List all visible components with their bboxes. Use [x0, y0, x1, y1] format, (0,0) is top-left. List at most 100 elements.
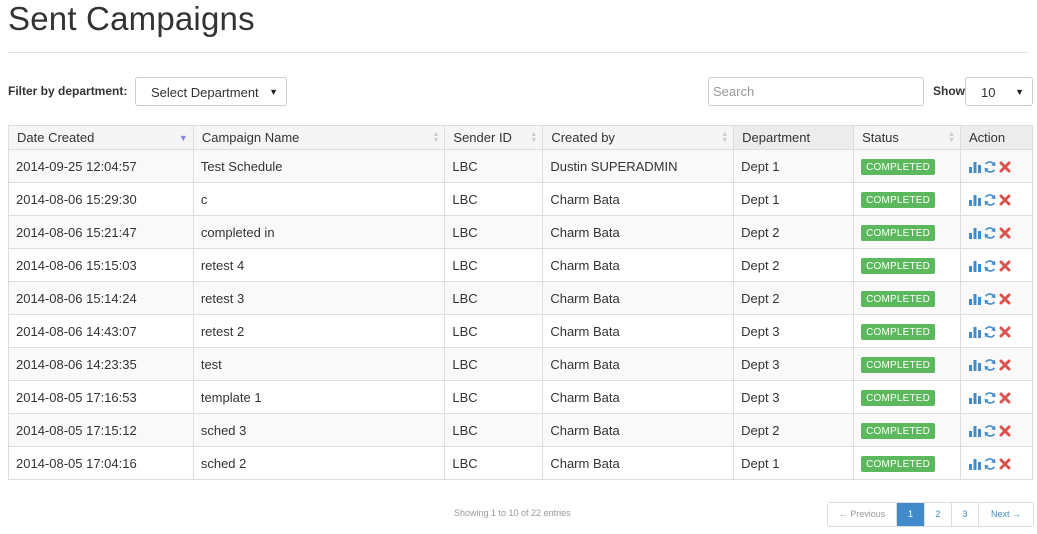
department-filter-label: Filter by department:	[8, 84, 128, 98]
delete-icon[interactable]	[998, 193, 1012, 207]
bar-chart-icon[interactable]	[968, 193, 982, 207]
cell-department: Dept 2	[733, 248, 855, 282]
delete-icon[interactable]	[998, 292, 1012, 306]
table-row: 2014-08-06 15:29:30 c LBC Charm Bata Dept 1 C…	[8, 182, 1033, 216]
cell-created-by: Charm Bata	[542, 182, 735, 216]
delete-icon[interactable]	[998, 424, 1012, 438]
refresh-icon[interactable]	[983, 457, 997, 471]
bar-chart-icon[interactable]	[968, 391, 982, 405]
column-header-created-by[interactable]: Created by ▲ ▼	[542, 125, 735, 150]
column-header-action: Action	[960, 125, 1033, 150]
show-entries-select[interactable]: 10 ▼	[965, 77, 1033, 106]
cell-campaign-name: retest 2	[192, 314, 446, 348]
cell-created-by: Charm Bata	[542, 347, 735, 381]
cell-sender-id: LBC	[444, 347, 544, 381]
cell-date-created: 2014-08-06 15:14:24	[8, 281, 194, 315]
cell-department: Dept 1	[733, 446, 855, 480]
cell-department: Dept 3	[733, 380, 855, 414]
status-badge: COMPLETED	[861, 191, 936, 208]
refresh-icon[interactable]	[983, 226, 997, 240]
status-badge: COMPLETED	[861, 290, 936, 307]
refresh-icon[interactable]	[983, 424, 997, 438]
bar-chart-icon[interactable]	[968, 424, 982, 438]
refresh-icon[interactable]	[983, 259, 997, 273]
cell-status: COMPLETED	[853, 446, 961, 480]
refresh-icon[interactable]	[983, 160, 997, 174]
cell-sender-id: LBC	[444, 413, 544, 447]
cell-campaign-name: sched 3	[192, 413, 446, 447]
cell-department: Dept 1	[733, 149, 855, 183]
refresh-icon[interactable]	[983, 193, 997, 207]
bar-chart-icon[interactable]	[968, 226, 982, 240]
column-header-department: Department	[733, 125, 855, 150]
cell-campaign-name: c	[192, 182, 446, 216]
cell-date-created: 2014-08-06 14:43:07	[8, 314, 194, 348]
cell-created-by: Charm Bata	[542, 446, 735, 480]
cell-created-by: Charm Bata	[542, 380, 735, 414]
cell-created-by: Charm Bata	[542, 281, 735, 315]
refresh-icon[interactable]	[983, 325, 997, 339]
refresh-icon[interactable]	[983, 391, 997, 405]
cell-status: COMPLETED	[853, 182, 961, 216]
cell-department: Dept 2	[733, 215, 855, 249]
delete-icon[interactable]	[998, 358, 1012, 372]
cell-action	[960, 149, 1033, 183]
delete-icon[interactable]	[998, 259, 1012, 273]
cell-sender-id: LBC	[444, 446, 544, 480]
cell-action	[960, 446, 1033, 480]
table-row: 2014-08-05 17:16:53 template 1 LBC Charm Ba…	[8, 380, 1033, 414]
department-select[interactable]: Select Department ▼	[135, 77, 287, 106]
delete-icon[interactable]	[998, 391, 1012, 405]
page-button-1[interactable]: 1	[897, 503, 925, 526]
show-entries-label: Show	[933, 84, 965, 98]
bar-chart-icon[interactable]	[968, 259, 982, 273]
cell-sender-id: LBC	[444, 149, 544, 183]
cell-department: Dept 3	[733, 347, 855, 381]
table-info: Showing 1 to 10 of 22 entries	[454, 508, 571, 518]
delete-icon[interactable]	[998, 325, 1012, 339]
cell-action	[960, 314, 1033, 348]
page-button-3[interactable]: 3	[952, 503, 979, 526]
cell-created-by: Charm Bata	[542, 248, 735, 282]
bar-chart-icon[interactable]	[968, 292, 982, 306]
sort-both-icon: ▲ ▼	[948, 131, 955, 144]
table-row: 2014-08-05 17:04:16 sched 2 LBC Charm Bata D…	[8, 446, 1033, 480]
cell-status: COMPLETED	[853, 281, 961, 315]
previous-page-button[interactable]: ← Previous	[828, 503, 897, 526]
cell-created-by: Charm Bata	[542, 314, 735, 348]
bar-chart-icon[interactable]	[968, 358, 982, 372]
column-header-date-created[interactable]: Date Created ▼	[8, 125, 194, 150]
cell-date-created: 2014-08-05 17:04:16	[8, 446, 194, 480]
delete-icon[interactable]	[998, 160, 1012, 174]
cell-date-created: 2014-08-05 17:15:12	[8, 413, 194, 447]
bar-chart-icon[interactable]	[968, 457, 982, 471]
column-header-sender-id[interactable]: Sender ID ▲ ▼	[444, 125, 544, 150]
cell-campaign-name: retest 3	[192, 281, 446, 315]
cell-status: COMPLETED	[853, 248, 961, 282]
bar-chart-icon[interactable]	[968, 160, 982, 174]
page-button-2[interactable]: 2	[925, 503, 952, 526]
status-badge: COMPLETED	[861, 257, 936, 274]
delete-icon[interactable]	[998, 226, 1012, 240]
bar-chart-icon[interactable]	[968, 325, 982, 339]
next-page-button[interactable]: Next →	[979, 503, 1033, 526]
cell-status: COMPLETED	[853, 149, 961, 183]
cell-department: Dept 1	[733, 182, 855, 216]
pagination: ← Previous 1 2 3 Next →	[827, 502, 1034, 527]
column-header-status[interactable]: Status ▲ ▼	[853, 125, 961, 150]
refresh-icon[interactable]	[983, 358, 997, 372]
table-row: 2014-08-06 15:14:24 retest 3 LBC Charm Bata…	[8, 281, 1033, 315]
caret-down-icon: ▼	[269, 86, 278, 97]
search-input[interactable]	[708, 77, 924, 106]
delete-icon[interactable]	[998, 457, 1012, 471]
cell-campaign-name: Test Schedule	[192, 149, 446, 183]
cell-action	[960, 281, 1033, 315]
cell-status: COMPLETED	[853, 380, 961, 414]
column-header-campaign-name[interactable]: Campaign Name ▲ ▼	[192, 125, 446, 150]
campaigns-table: Date Created ▼ Campaign Name ▲ ▼ Sender ID ▲…	[8, 125, 1033, 480]
cell-sender-id: LBC	[444, 215, 544, 249]
sort-both-icon: ▲ ▼	[432, 131, 440, 144]
cell-status: COMPLETED	[853, 347, 961, 381]
refresh-icon[interactable]	[983, 292, 997, 306]
cell-department: Dept 3	[733, 314, 855, 348]
